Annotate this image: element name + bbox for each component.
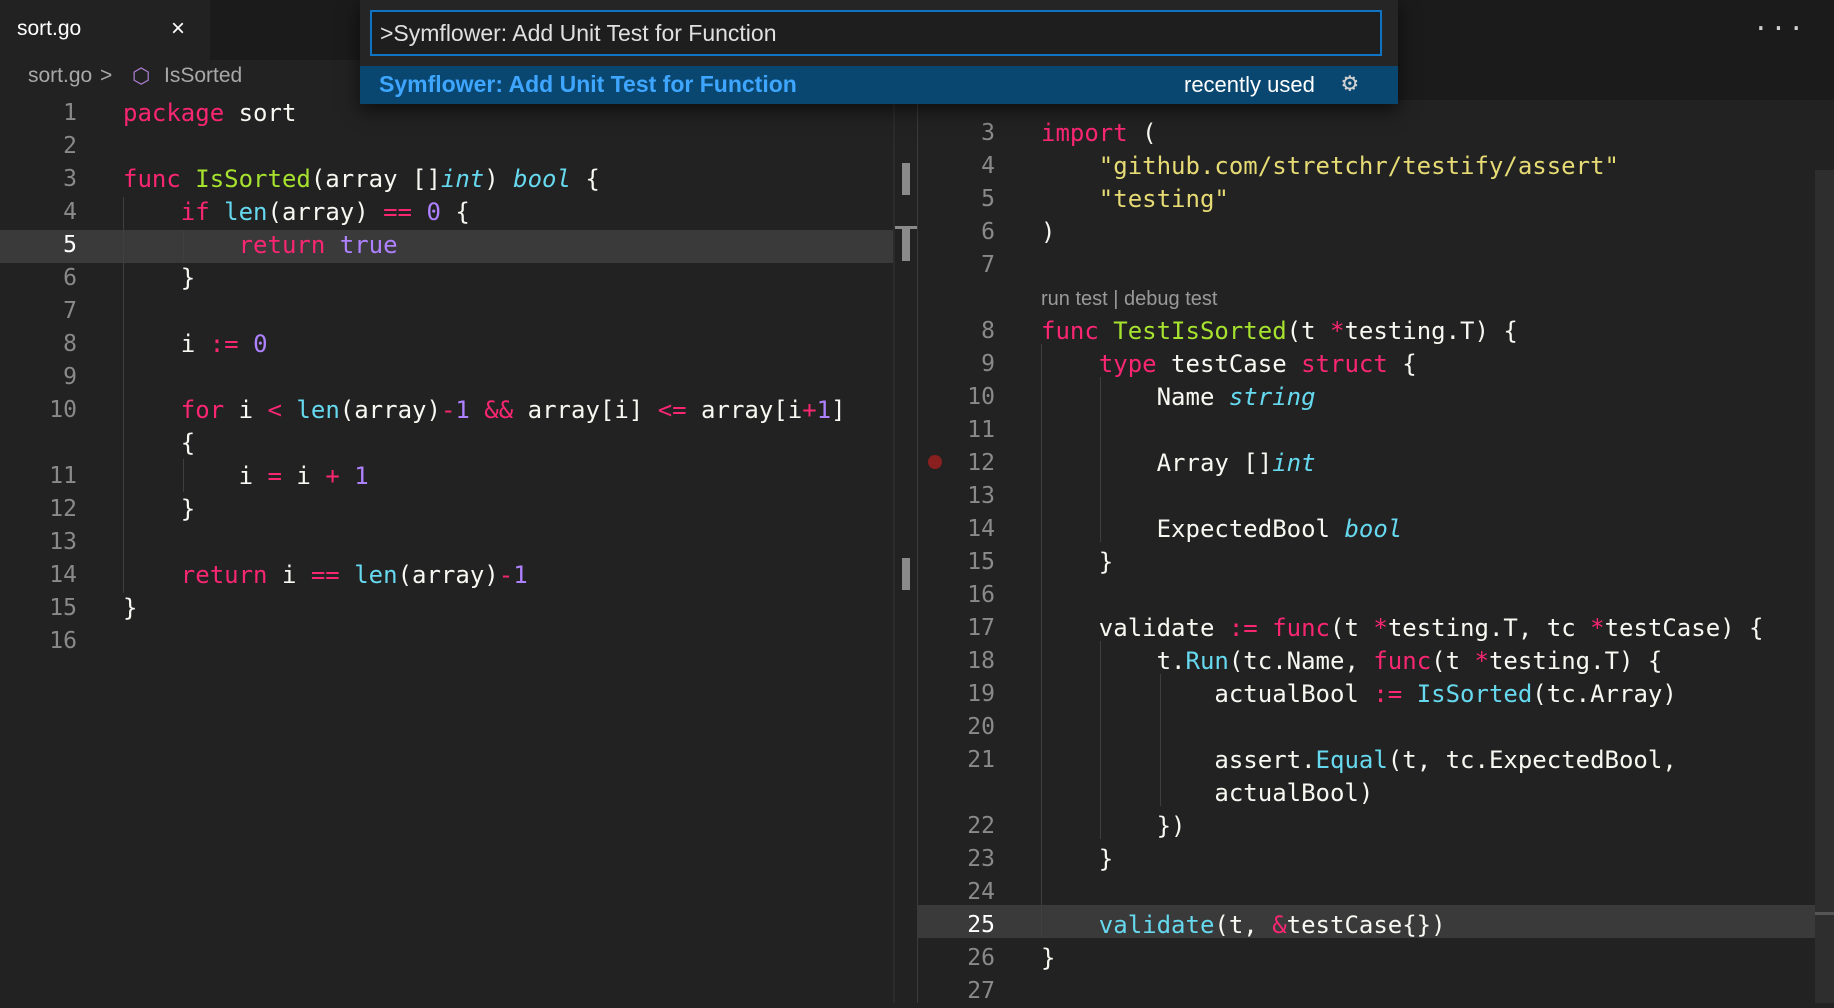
right-code-test[interactable]: func TestIsSorted(t *testing.T) { type t… bbox=[1041, 315, 1764, 975]
overview-ruler-mark bbox=[902, 558, 910, 590]
line-number: 9 bbox=[981, 351, 995, 377]
recently-used-label: recently used bbox=[1184, 72, 1315, 97]
line-number: 18 bbox=[967, 648, 995, 674]
debug-test-link[interactable]: debug test bbox=[1124, 288, 1217, 310]
palette-item-label: Symflower: Add Unit Test for Function bbox=[379, 71, 797, 97]
command-palette-input[interactable] bbox=[370, 10, 1382, 56]
line-number: 13 bbox=[49, 529, 77, 555]
line-number: 15 bbox=[49, 595, 77, 621]
close-icon[interactable]: × bbox=[171, 15, 185, 43]
run-test-link[interactable]: run test bbox=[1041, 288, 1108, 310]
gear-icon[interactable]: ⚙ bbox=[1342, 68, 1358, 98]
line-number: 10 bbox=[967, 384, 995, 410]
left-scrollbar[interactable] bbox=[893, 94, 895, 1003]
line-number: 19 bbox=[967, 681, 995, 707]
line-number: 21 bbox=[967, 747, 995, 773]
breakpoint-icon[interactable] bbox=[928, 455, 942, 469]
line-number: 13 bbox=[967, 483, 995, 509]
line-number: 7 bbox=[63, 298, 77, 324]
line-number: 27 bbox=[967, 978, 995, 1004]
line-number: 6 bbox=[981, 219, 995, 245]
line-number: 15 bbox=[967, 549, 995, 575]
line-number: 4 bbox=[981, 153, 995, 179]
left-line-numbers: 1 2 3 4 5 6 7 8 9 10 11 12 13 14 15 16 bbox=[17, 97, 77, 658]
overview-ruler-mark bbox=[902, 228, 910, 261]
line-number: 11 bbox=[49, 463, 77, 489]
line-number: 7 bbox=[981, 252, 995, 278]
line-number: 22 bbox=[967, 813, 995, 839]
right-scrollbar[interactable] bbox=[1815, 170, 1834, 1003]
line-number: 5 bbox=[63, 232, 77, 258]
line-number bbox=[935, 777, 995, 810]
line-number bbox=[17, 427, 77, 460]
line-number: 8 bbox=[981, 318, 995, 344]
line-number: 14 bbox=[967, 516, 995, 542]
right-line-numbers: 3 4 5 6 7 8 9 10 11 12 13 14 15 16 17 18 19 20 21 22 23 24 2… bbox=[935, 117, 995, 1008]
line-number: 5 bbox=[981, 186, 995, 212]
line-number: 16 bbox=[967, 582, 995, 608]
line-number: 17 bbox=[967, 615, 995, 641]
line-number: 12 bbox=[49, 496, 77, 522]
left-code[interactable]: package sort func IsSorted(array []int) … bbox=[123, 97, 846, 625]
line-number: 8 bbox=[63, 331, 77, 357]
right-code-top[interactable]: import ( "github.com/stretchr/testify/as… bbox=[1041, 117, 1619, 249]
tab-sort-go[interactable]: sort.go × bbox=[0, 0, 210, 60]
more-actions-icon[interactable]: ··· bbox=[1753, 14, 1806, 44]
line-number: 3 bbox=[981, 120, 995, 146]
line-number: 10 bbox=[49, 397, 77, 423]
line-number: 16 bbox=[49, 628, 77, 654]
line-number: 1 bbox=[63, 100, 77, 126]
command-palette: Symflower: Add Unit Test for Function re… bbox=[360, 0, 1398, 104]
line-number: 6 bbox=[63, 265, 77, 291]
line-number: 14 bbox=[49, 562, 77, 588]
overview-ruler-mark bbox=[902, 163, 910, 195]
line-number: 11 bbox=[967, 417, 995, 443]
tab-label: sort.go bbox=[17, 17, 82, 40]
palette-item-add-unit-test[interactable]: Symflower: Add Unit Test for Function re… bbox=[360, 66, 1398, 104]
line-number: 4 bbox=[63, 199, 77, 225]
line-number: 12 bbox=[967, 450, 995, 476]
line-number: 23 bbox=[967, 846, 995, 872]
line-number: 24 bbox=[967, 879, 995, 905]
line-number bbox=[935, 282, 995, 315]
codelens-separator: | bbox=[1113, 288, 1119, 310]
chevron-right-icon: > bbox=[100, 64, 113, 87]
line-number: 3 bbox=[63, 166, 77, 192]
codelens: run test | debug test bbox=[1041, 288, 1217, 311]
overview-ruler-cursor bbox=[1815, 912, 1834, 915]
line-number: 25 bbox=[967, 912, 995, 938]
line-number: 2 bbox=[63, 133, 77, 159]
line-number: 9 bbox=[63, 364, 77, 390]
line-number: 26 bbox=[967, 945, 995, 971]
symbol-method-icon: ⬡ bbox=[132, 65, 151, 88]
line-number: 20 bbox=[967, 714, 995, 740]
breadcrumb-file[interactable]: sort.go bbox=[28, 64, 92, 88]
overview-ruler-cursor bbox=[895, 226, 917, 229]
breadcrumb-symbol[interactable]: IsSorted bbox=[164, 64, 242, 88]
